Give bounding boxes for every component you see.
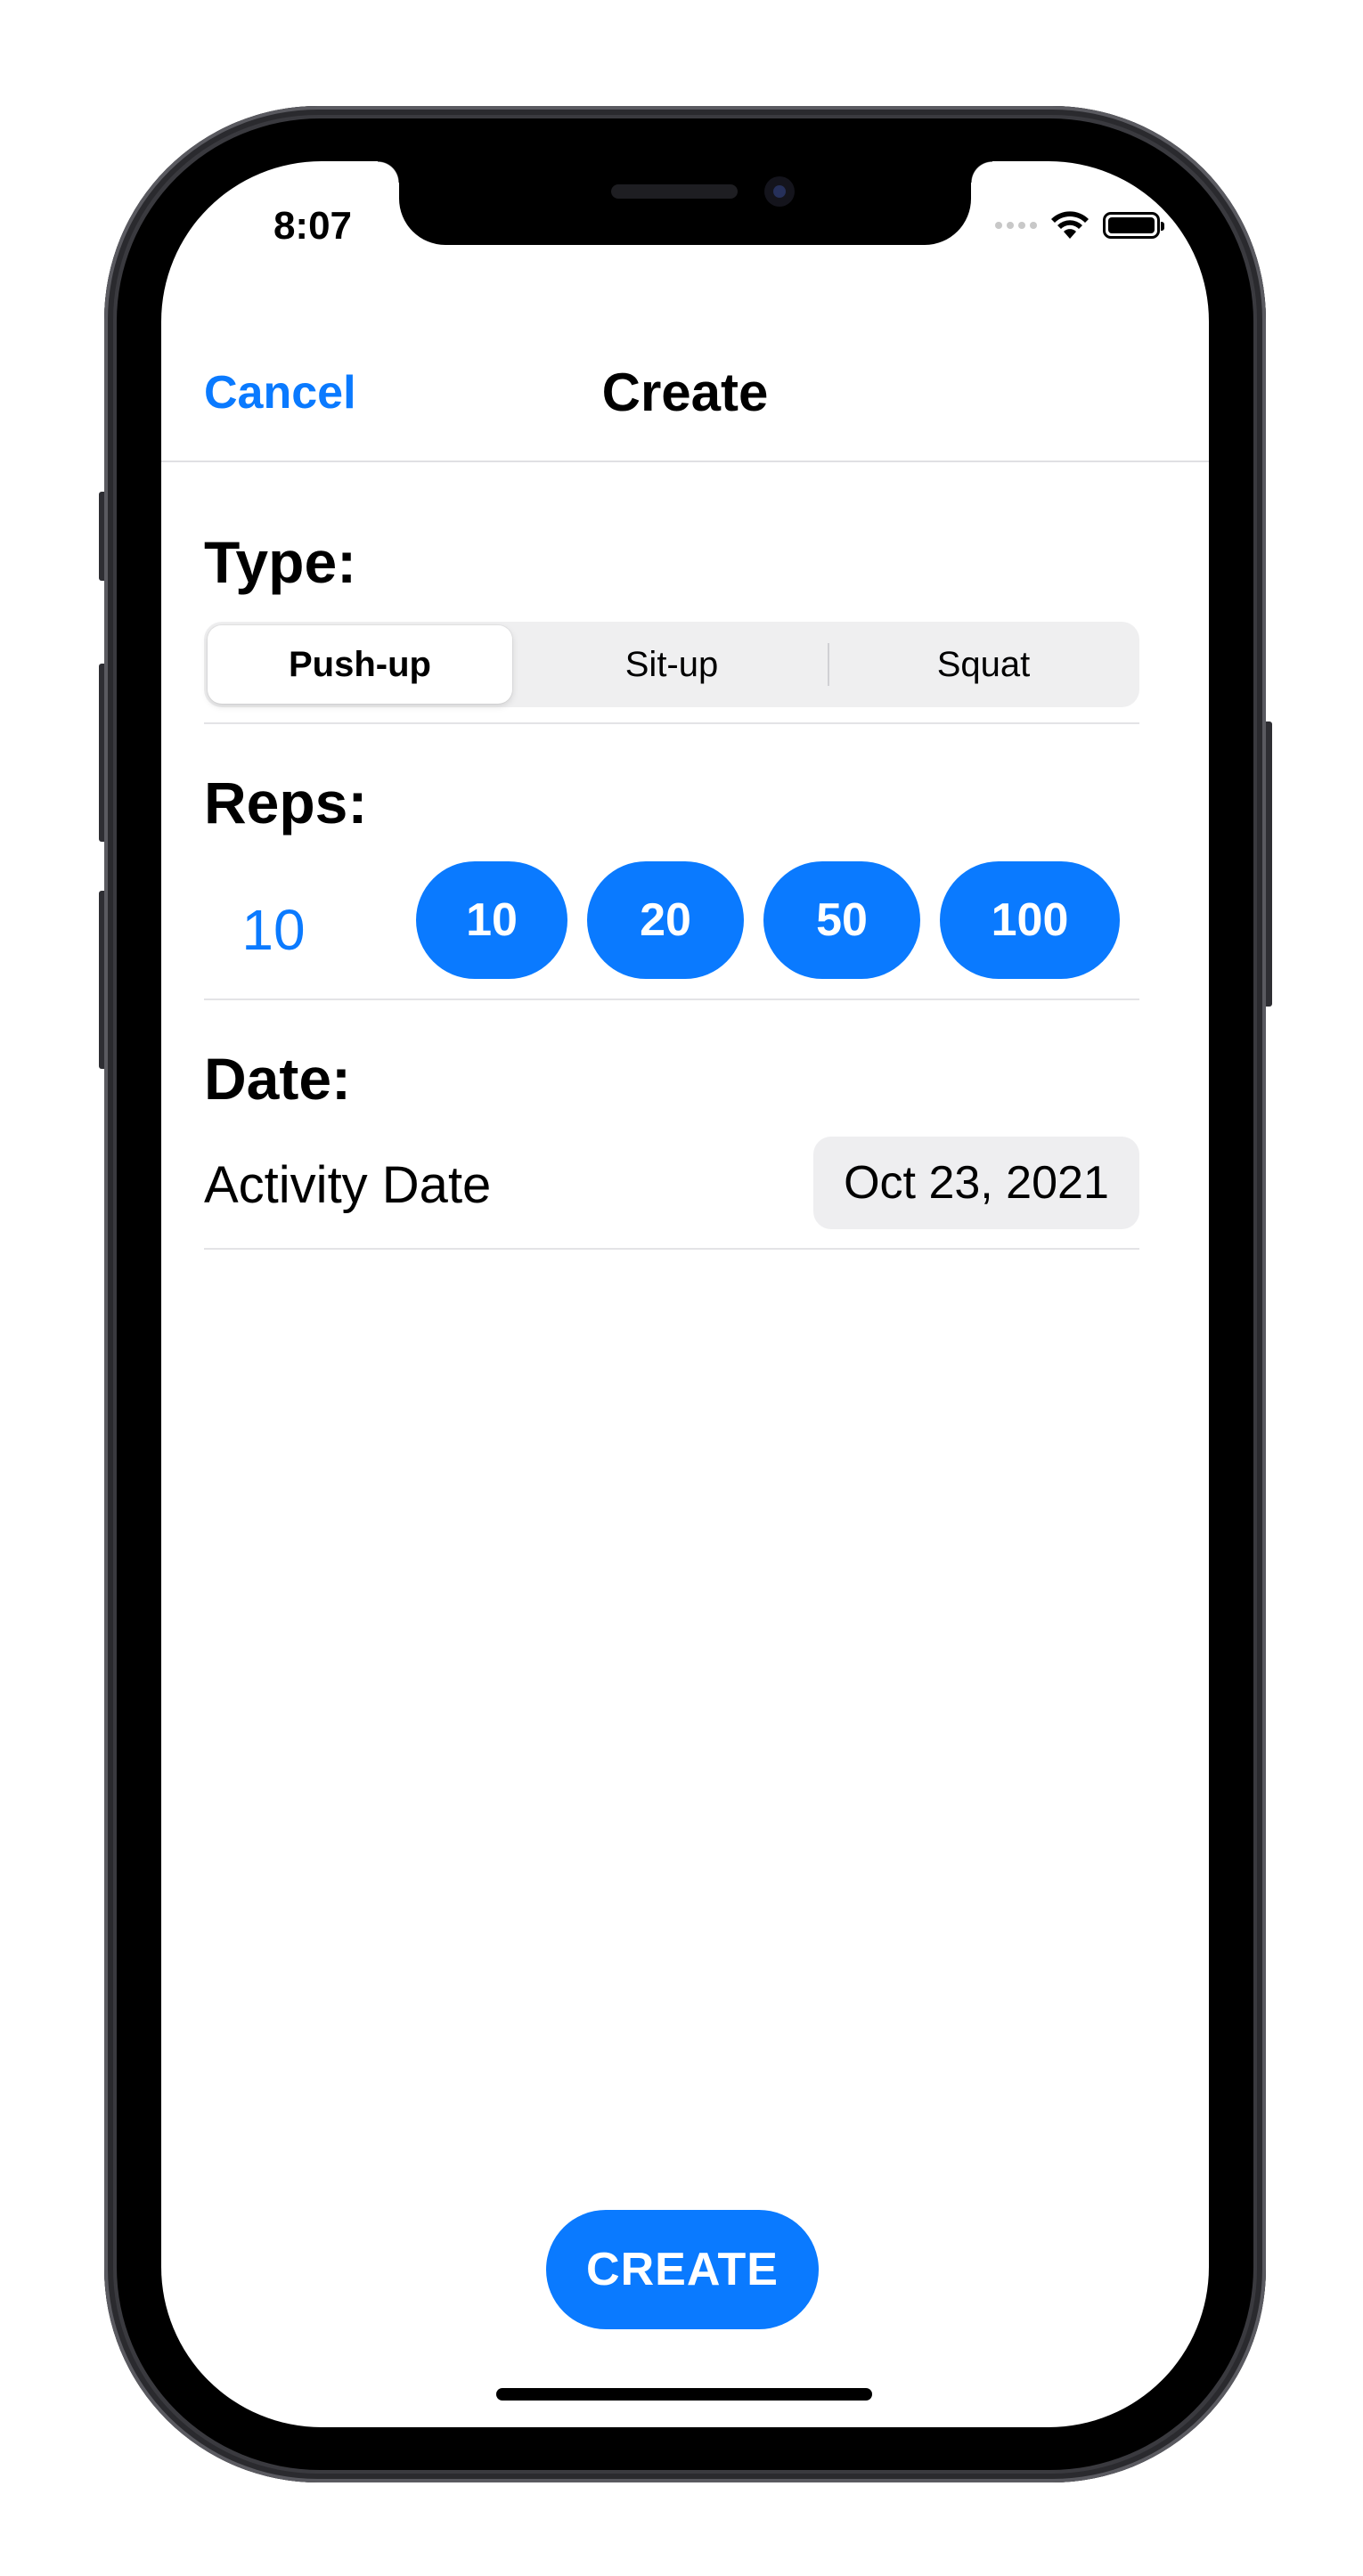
segment-sit-up[interactable]: Sit-up — [518, 625, 826, 704]
navigation-bar: Cancel Create — [161, 313, 1209, 462]
segment-squat[interactable]: Squat — [831, 625, 1136, 704]
screen: 8:07 Cancel Create Type: Push-up Sit-up … — [161, 161, 1209, 2427]
home-indicator[interactable] — [496, 2388, 872, 2401]
notch — [378, 161, 992, 245]
reps-preset-10-button[interactable]: 10 — [416, 861, 567, 979]
exercise-type-segmented-control[interactable]: Push-up Sit-up Squat — [204, 622, 1139, 707]
divider — [204, 722, 1139, 724]
reps-preset-20-button[interactable]: 20 — [587, 861, 744, 979]
reps-value-field[interactable]: 10 — [204, 897, 343, 963]
cellular-dots-icon — [995, 222, 1037, 229]
segment-push-up[interactable]: Push-up — [208, 625, 512, 704]
battery-icon — [1103, 212, 1164, 239]
front-camera — [764, 176, 795, 207]
type-section-label: Type: — [204, 529, 357, 595]
segment-separator — [828, 643, 829, 686]
create-button[interactable]: CREATE — [546, 2210, 819, 2329]
reps-preset-50-button[interactable]: 50 — [763, 861, 920, 979]
divider — [204, 1248, 1139, 1250]
speaker-grille — [611, 184, 738, 199]
divider — [204, 999, 1139, 1000]
reps-preset-100-button[interactable]: 100 — [940, 861, 1120, 979]
status-time: 8:07 — [273, 204, 353, 248]
page-title: Create — [601, 363, 769, 422]
status-icons — [995, 208, 1164, 243]
reps-section-label: Reps: — [204, 770, 368, 836]
activity-date-picker[interactable]: Oct 23, 2021 — [813, 1137, 1139, 1229]
activity-date-label: Activity Date — [204, 1156, 492, 1214]
date-section-label: Date: — [204, 1046, 352, 1112]
wifi-icon — [1051, 211, 1089, 239]
